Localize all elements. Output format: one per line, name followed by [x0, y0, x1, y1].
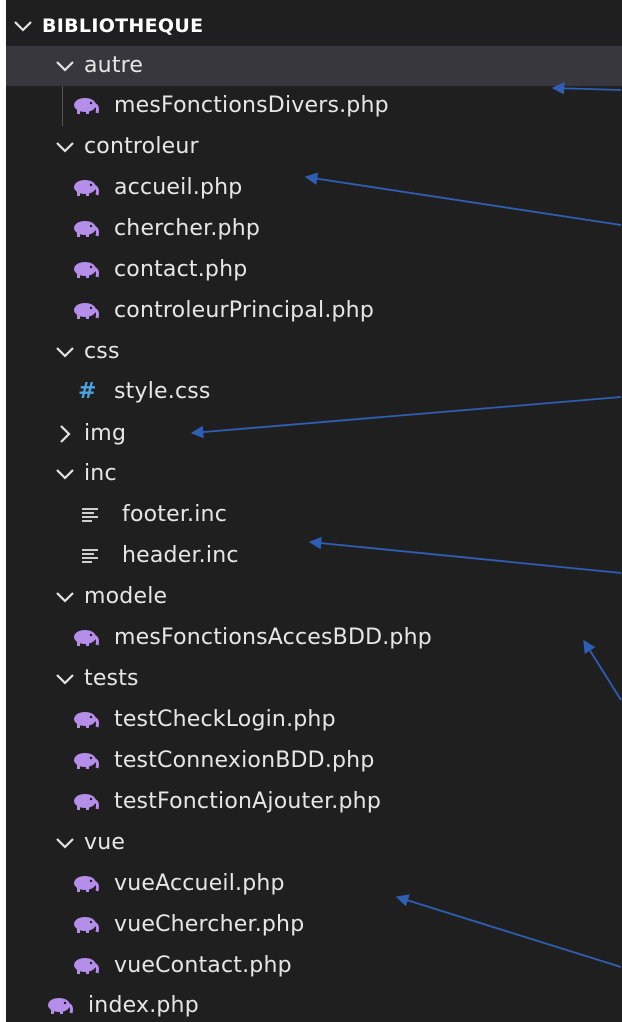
annotation-arrow	[190, 396, 622, 439]
annotation-arrow	[551, 82, 622, 95]
annotation-arrow	[583, 639, 622, 701]
annotation-arrow	[395, 894, 622, 968]
annotation-arrows	[190, 82, 622, 968]
annotation-arrow	[304, 172, 622, 226]
annotation-arrow	[308, 536, 622, 574]
